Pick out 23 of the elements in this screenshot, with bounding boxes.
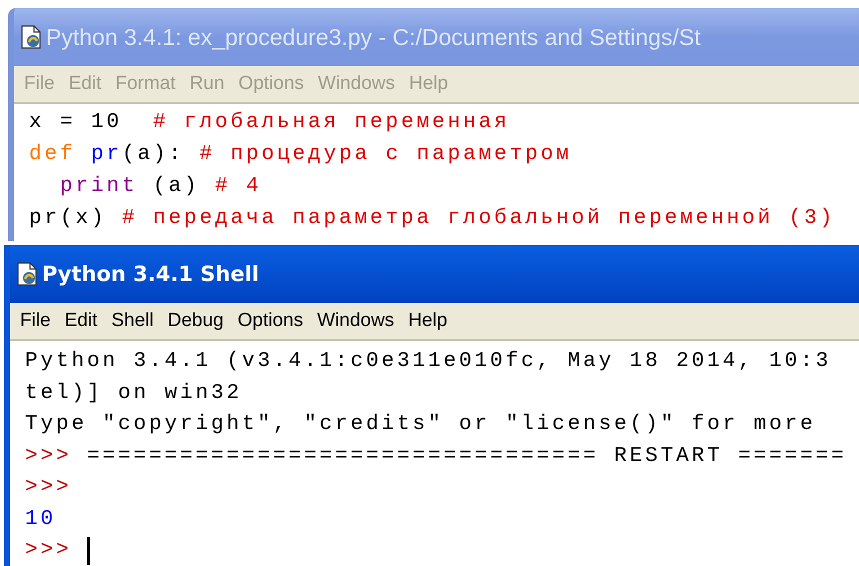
menu-item[interactable]: Options xyxy=(232,310,310,332)
code-line: >>> ================================= RESTART ======= xyxy=(25,444,847,468)
code-line: x = 10 # глобальная переменная xyxy=(29,110,510,134)
window-title: Python 3.4.1: ex_procedure3.py - C:/Documents and Settings/St xyxy=(46,24,701,50)
code-line: pr(x) # передача параметра глобальной переменной (3) xyxy=(29,206,836,230)
code-line: Python 3.4.1 (v3.4.1:c0e311e010fc, May 18 2014, 10:3 xyxy=(25,350,832,374)
document-icon xyxy=(20,25,42,49)
text-area[interactable]: Python 3.4.1 (v3.4.1:c0e311e010fc, May 18 2014, 10:3 tel)] on win32 Type "copyright", "credits" or "license()" for more >>> ================================= RESTART ======= >>> 10 >>> xyxy=(10,341,859,566)
code-line: >>> xyxy=(25,476,72,500)
window-title: Python 3.4.1 Shell xyxy=(42,262,259,286)
document-icon xyxy=(16,262,38,286)
menu-item[interactable]: Shell xyxy=(105,310,160,332)
code-line: tel)] on win32 xyxy=(25,382,242,405)
code-line: >>> xyxy=(25,539,73,562)
menu-item[interactable]: Help xyxy=(402,310,454,332)
code-line: print (a) # 4 xyxy=(59,174,262,198)
menu-item[interactable]: Debug xyxy=(162,310,230,332)
code-line: 10 xyxy=(25,508,56,531)
code-line: def pr(a): # процедура с параметром xyxy=(29,142,572,166)
menu-item[interactable]: Edit xyxy=(58,310,104,332)
menu-item[interactable]: Windows xyxy=(311,310,400,332)
menu-item[interactable]: File xyxy=(14,310,57,332)
code-line: Type "copyright", "credits" or "license()" for more xyxy=(25,413,816,436)
